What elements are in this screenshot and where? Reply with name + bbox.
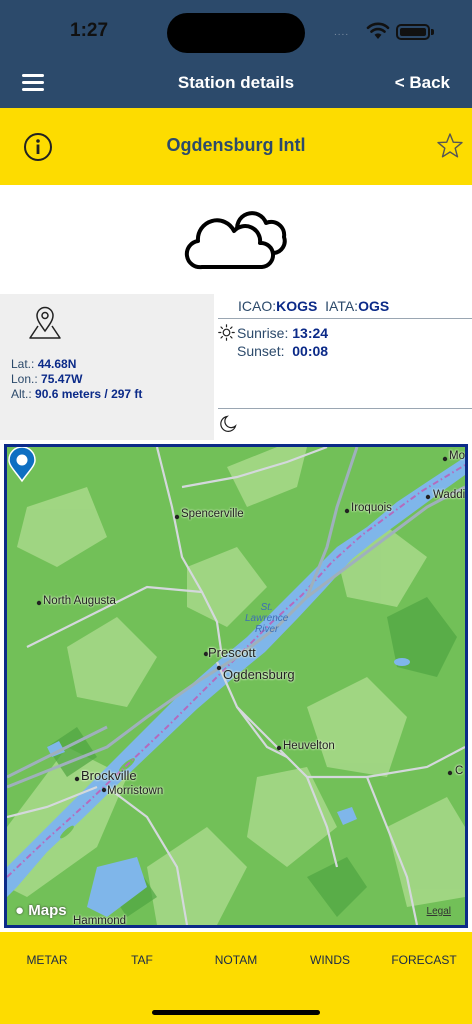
favorite-star-icon[interactable] (436, 132, 464, 160)
map-label-brockville: Brockville (81, 768, 137, 783)
map-label-iroquois: Iroquois (351, 502, 392, 514)
battery-level (400, 28, 426, 36)
legal-link[interactable]: Legal (427, 906, 451, 917)
status-bar: 1:27 .... (0, 0, 472, 58)
wifi-icon (366, 22, 390, 39)
map-label-morristown: Morristown (107, 785, 164, 797)
iata-code: OGS (358, 298, 390, 314)
station-codes: ICAO:KOGS IATA:OGS (238, 298, 389, 314)
iata-label: IATA: (325, 298, 359, 314)
station-codes-panel: ICAO:KOGS IATA:OGS Sunrise: 13:24 Sunset… (214, 294, 472, 440)
sunset-time: 00:08 (292, 343, 329, 359)
sun-icon (218, 324, 235, 341)
cloud-icon (184, 211, 287, 270)
weather-condition-area (0, 185, 472, 294)
location-panel: Lat.: 44.68N Lon.: 75.47W Alt.: 90.6 met… (0, 294, 214, 440)
altitude-label: Alt.: (11, 387, 32, 401)
latitude-label: Lat.: (11, 357, 35, 371)
moon-icon (220, 415, 237, 432)
map-label-mo: Mo (449, 450, 465, 462)
back-button[interactable]: < Back (395, 73, 450, 93)
maps-attribution: Maps (28, 902, 67, 919)
map-label-hammond: Hammond (73, 915, 127, 927)
station-map[interactable]: Spencerville North Augusta Iroquois Wadd… (4, 444, 468, 928)
coordinates: Lat.: 44.68N Lon.: 75.47W Alt.: 90.6 met… (11, 357, 142, 402)
sunrise-time: 13:24 (292, 325, 329, 341)
cellular-signal-icon: .... (334, 27, 350, 38)
sunset-label: Sunset: (237, 343, 285, 359)
map-label-c: C (455, 765, 464, 777)
longitude-value: 75.47W (41, 372, 83, 386)
navigation-bar: Station details < Back (0, 58, 472, 108)
apple-logo-icon: ● (15, 902, 25, 919)
station-header: Ogdensburg Intl (0, 108, 472, 185)
status-time: 1:27 (70, 20, 109, 41)
altitude-value: 90.6 meters / 297 ft (35, 387, 143, 401)
station-name: Ogdensburg Intl (166, 135, 306, 155)
tab-winds[interactable]: WINDS (290, 953, 370, 967)
dynamic-island (167, 13, 305, 53)
latitude-value: 44.68N (37, 357, 77, 371)
map-label-waddi: Waddi (433, 489, 466, 501)
tab-forecast[interactable]: FORECAST (384, 953, 464, 967)
divider (218, 408, 472, 409)
map-label-prescott: Prescott (208, 645, 256, 660)
longitude-label: Lon.: (11, 372, 38, 386)
tab-taf[interactable]: TAF (102, 953, 182, 967)
apple-maps-logo: ● Maps (15, 902, 67, 919)
sunrise-label: Sunrise: (237, 325, 289, 341)
tab-notam[interactable]: NOTAM (196, 953, 276, 967)
map-label-river: St. Lawrence River (245, 602, 289, 635)
map-label-heuvelton: Heuvelton (283, 740, 335, 752)
location-pin-icon (29, 306, 61, 339)
tab-metar[interactable]: METAR (7, 953, 87, 967)
map-label-ogdensburg: Ogdensburg (223, 667, 295, 682)
divider (218, 318, 472, 319)
home-indicator (152, 1010, 320, 1015)
map-label-spencerville: Spencerville (181, 508, 244, 520)
icao-code: KOGS (276, 298, 318, 314)
station-map-pin-icon[interactable] (7, 447, 37, 483)
sunset-row: Sunset: 00:08 (237, 343, 328, 359)
icao-label: ICAO: (238, 298, 277, 314)
battery-icon (396, 24, 430, 40)
sunrise-row: Sunrise: 13:24 (237, 325, 328, 341)
battery-cap (431, 29, 434, 35)
map-label-north-augusta: North Augusta (43, 595, 116, 607)
